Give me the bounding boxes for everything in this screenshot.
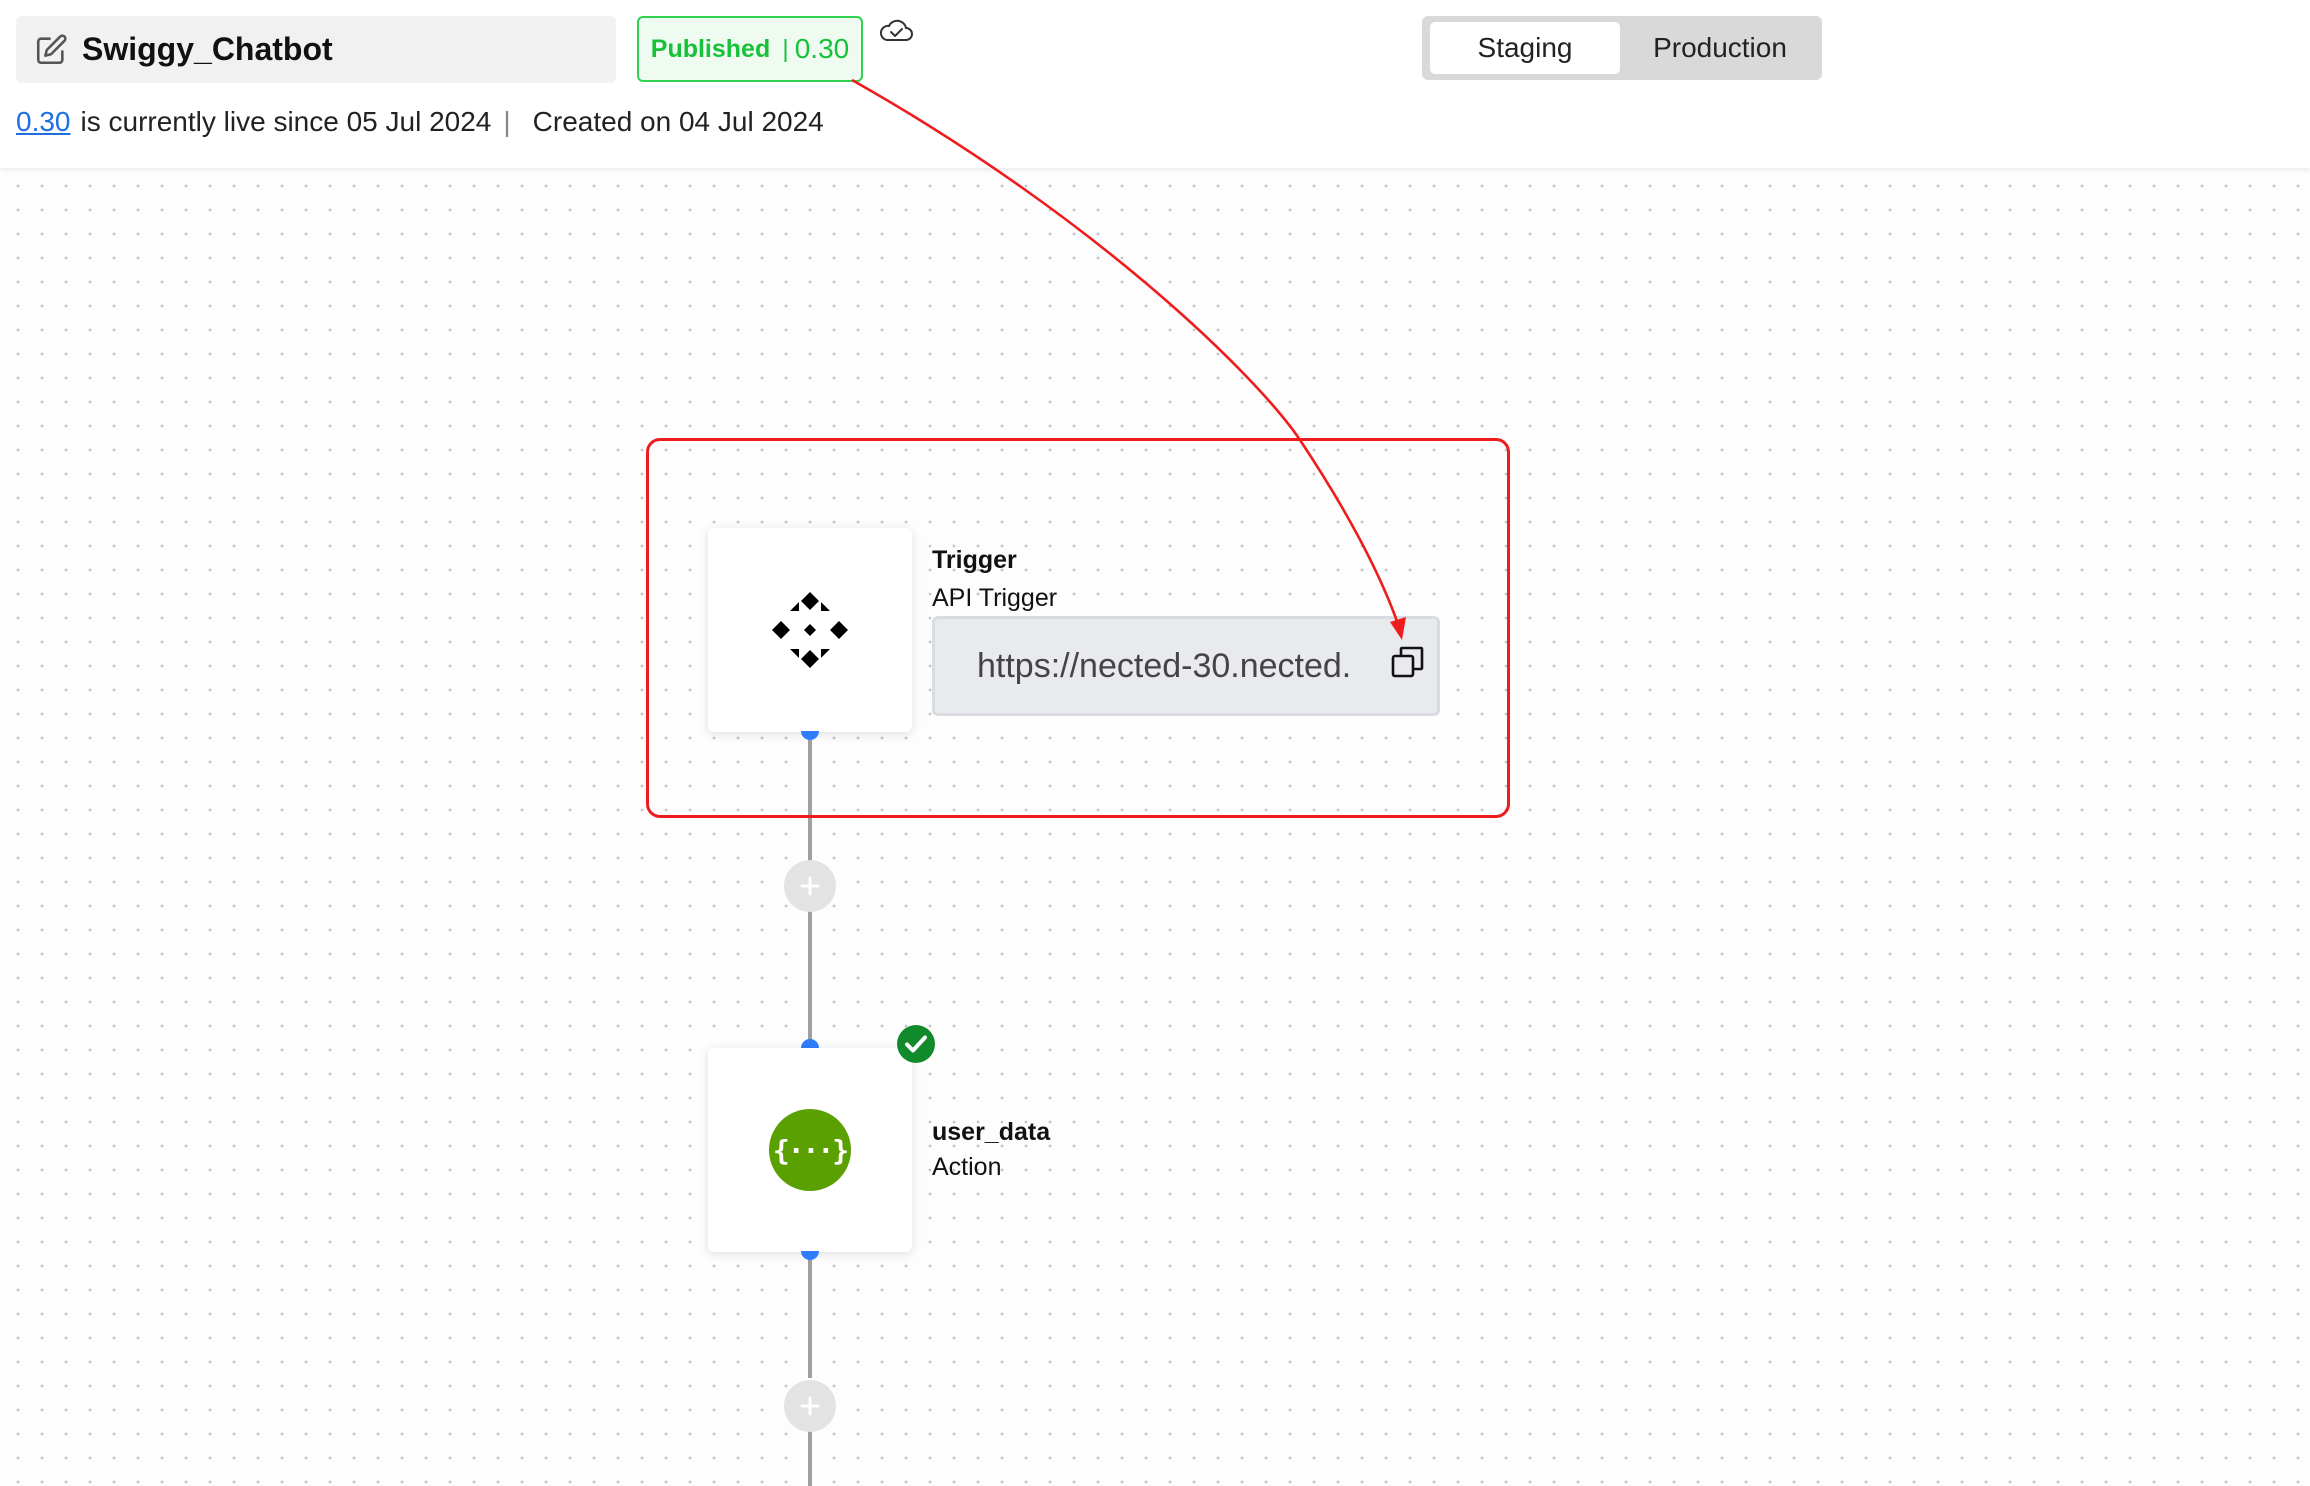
action-node-subtitle: Action	[932, 1153, 1002, 1181]
status-version: 0.30	[794, 33, 850, 64]
info-divider: |	[503, 106, 511, 137]
check-circle-icon	[897, 1025, 935, 1063]
rule-title: Swiggy_Chatbot	[82, 31, 333, 67]
environment-toggle: Staging Production	[1422, 16, 1822, 80]
add-step-button[interactable]	[784, 860, 836, 912]
created-date-text: Created on 04 Jul 2024	[532, 106, 824, 137]
action-node[interactable]: {···}	[708, 1048, 912, 1252]
tab-staging[interactable]: Staging	[1430, 22, 1620, 74]
connector-line	[808, 1430, 812, 1486]
version-info: 0.30 is currently live since 05 Jul 2024…	[16, 106, 824, 138]
live-version-link[interactable]: 0.30	[16, 106, 71, 138]
tab-production[interactable]: Production	[1626, 22, 1814, 74]
action-icon-text: {···}	[772, 1133, 849, 1167]
plus-icon	[800, 876, 820, 896]
status-label: Published	[650, 34, 771, 63]
connector-line	[808, 910, 812, 1044]
rule-title-field[interactable]: Swiggy_Chatbot	[16, 16, 616, 83]
cloud-check-icon[interactable]	[878, 16, 914, 46]
add-step-button[interactable]	[784, 1380, 836, 1432]
plus-icon	[800, 1396, 820, 1416]
json-braces-icon: {···}	[769, 1109, 851, 1191]
flow-canvas[interactable]	[0, 168, 2310, 1486]
published-status-badge[interactable]: Published | 0.30	[637, 16, 863, 82]
top-header: Swiggy_Chatbot Published | 0.30 Staging …	[0, 0, 2310, 168]
live-since-text: is currently live since 05 Jul 2024	[80, 106, 492, 137]
action-node-title: user_data	[932, 1118, 1051, 1146]
status-separator: |	[782, 34, 789, 63]
annotation-highlight-box	[646, 438, 1510, 818]
edit-icon[interactable]	[34, 33, 68, 67]
connector-line	[808, 1258, 812, 1378]
